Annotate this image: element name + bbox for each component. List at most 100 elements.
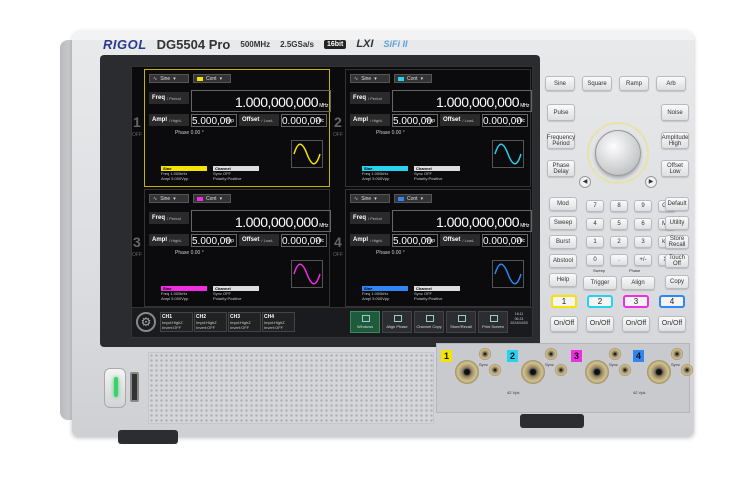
freq-label[interactable]: Freq / Period	[149, 212, 189, 224]
status-ch-tab-2[interactable]: CH2 Impd:HighZ Invert:OFF	[194, 312, 227, 332]
digit-key-2-2[interactable]: 3	[634, 236, 652, 248]
offset-value[interactable]: 0.000,00 Vdc	[281, 114, 327, 127]
wave-key-square[interactable]: Square	[582, 76, 612, 91]
onoff-key-1[interactable]: On/Off	[550, 316, 578, 332]
right-key-2[interactable]: Amplitude High	[661, 132, 689, 149]
func-key-help[interactable]: Help	[549, 273, 577, 287]
digit-key-1-2[interactable]: 6	[634, 218, 652, 230]
align-key[interactable]: Align	[621, 276, 655, 290]
aux-bnc-2[interactable]	[555, 364, 567, 376]
mode-select[interactable]: Cont ▾	[394, 74, 432, 83]
output-bnc-3[interactable]	[585, 360, 609, 384]
channel-panel-4[interactable]: 4 OFF ∿ Sine ▾ Cont ▾ Freq / Period 1.000,000,000…	[333, 189, 532, 307]
digit-key-0-1[interactable]: 8	[610, 200, 628, 212]
phase-row[interactable]: Phase 0.00 °	[376, 130, 405, 136]
channel-key-2[interactable]: 2	[587, 295, 613, 308]
sync-bnc-1[interactable]	[479, 348, 491, 360]
aux-bnc-3[interactable]	[619, 364, 631, 376]
digit-key-3-1[interactable]: .	[610, 254, 628, 266]
frequency-value[interactable]: 1.000,000,000 MHz	[392, 210, 532, 232]
side-key-3[interactable]: Store Recall	[665, 235, 689, 249]
digit-key-2-1[interactable]: 2	[610, 236, 628, 248]
func-key-burst[interactable]: Burst	[549, 235, 577, 249]
amplitude-value[interactable]: 5.000,00 Vpp	[191, 114, 237, 127]
store-recall-button[interactable]: Store/Recall	[446, 311, 476, 333]
channel-key-3[interactable]: 3	[623, 295, 649, 308]
side-key-4[interactable]: Touch Off	[665, 254, 689, 268]
status-ch-tab-4[interactable]: CH4 Impd:HighZ Invert:OFF	[262, 312, 295, 332]
wave-select[interactable]: ∿ Sine ▾	[350, 74, 390, 83]
offset-value[interactable]: 0.000,00 Vdc	[281, 234, 327, 247]
freq-label[interactable]: Freq / Period	[350, 212, 390, 224]
windows-button[interactable]: Windows	[350, 311, 380, 333]
channel-copy-button[interactable]: Channel Copy	[414, 311, 444, 333]
channel-panel-2[interactable]: 2 OFF ∿ Sine ▾ Cont ▾ Freq / Period 1.000,000,000…	[333, 69, 532, 187]
amplitude-value[interactable]: 5.000,00 Vpp	[191, 234, 237, 247]
mode-select[interactable]: Cont ▾	[193, 74, 231, 83]
side-key-2[interactable]: Utility	[665, 216, 689, 230]
mode-select[interactable]: Cont ▾	[193, 194, 231, 203]
status-ch-tab-3[interactable]: CH3 Impd:HighZ Invert:OFF	[228, 312, 261, 332]
offset-value[interactable]: 0.000,00 Vdc	[482, 114, 528, 127]
wave-select[interactable]: ∿ Sine ▾	[149, 74, 189, 83]
onoff-key-4[interactable]: On/Off	[658, 316, 686, 332]
phase-row[interactable]: Phase 0.00 °	[376, 250, 405, 256]
channel-panel-1[interactable]: 1 OFF ∿ Sine ▾ Cont ▾ Freq / Period 1.000,000,000…	[132, 69, 331, 187]
rotary-knob[interactable]	[595, 130, 641, 176]
digit-key-2-0[interactable]: 1	[586, 236, 604, 248]
channel-key-1[interactable]: 1	[551, 295, 577, 308]
digit-key-3-0[interactable]: 0	[586, 254, 604, 266]
offset-label[interactable]: Offset / LowL	[440, 234, 480, 246]
aux-bnc-4[interactable]	[681, 364, 693, 376]
side-key-1[interactable]: Default	[665, 197, 689, 211]
status-ch-tab-1[interactable]: CH1 Impd:HighZ Invert:OFF	[160, 312, 193, 332]
left-arrow-icon[interactable]: ◀	[579, 176, 591, 188]
output-bnc-4[interactable]	[647, 360, 671, 384]
align-phase-button[interactable]: Align Phase	[382, 311, 412, 333]
phase-row[interactable]: Phase 0.00 °	[175, 250, 204, 256]
ampl-label[interactable]: Ampl / HighL	[350, 234, 390, 246]
wave-select[interactable]: ∿ Sine ▾	[350, 194, 390, 203]
digit-key-0-2[interactable]: 9	[634, 200, 652, 212]
aux-bnc-1[interactable]	[489, 364, 501, 376]
frequency-value[interactable]: 1.000,000,000 MHz	[191, 90, 331, 112]
digit-key-1-0[interactable]: 4	[586, 218, 604, 230]
offset-label[interactable]: Offset / LowL	[239, 234, 279, 246]
freq-label[interactable]: Freq / Period	[350, 92, 390, 104]
power-button[interactable]	[104, 368, 126, 408]
digit-key-0-0[interactable]: 7	[586, 200, 604, 212]
func-key-abstool[interactable]: Abstool	[549, 254, 577, 268]
onoff-key-2[interactable]: On/Off	[586, 316, 614, 332]
left-key-2[interactable]: Frequency Period	[547, 132, 575, 149]
sync-bnc-2[interactable]	[545, 348, 557, 360]
output-bnc-2[interactable]	[521, 360, 545, 384]
sync-bnc-4[interactable]	[671, 348, 683, 360]
offset-label[interactable]: Offset / LowL	[440, 114, 480, 126]
offset-value[interactable]: 0.000,00 Vdc	[482, 234, 528, 247]
amplitude-value[interactable]: 5.000,00 Vpp	[392, 234, 438, 247]
gear-icon[interactable]: ⚙	[136, 312, 156, 332]
right-key-3[interactable]: Offset Low	[661, 160, 689, 177]
phase-row[interactable]: Phase 0.00 °	[175, 130, 204, 136]
offset-label[interactable]: Offset / LowL	[239, 114, 279, 126]
right-key-1[interactable]: Noise	[661, 104, 689, 121]
left-key-3[interactable]: Phase Delay	[547, 160, 575, 177]
func-key-sweep[interactable]: Sweep	[549, 216, 577, 230]
ampl-label[interactable]: Ampl / HighL	[350, 114, 390, 126]
wave-key-sine[interactable]: Sine	[545, 76, 575, 91]
func-key-mod[interactable]: Mod	[549, 197, 577, 211]
wave-select[interactable]: ∿ Sine ▾	[149, 194, 189, 203]
onoff-key-3[interactable]: On/Off	[622, 316, 650, 332]
print-screen-button[interactable]: Print Screen	[478, 311, 508, 333]
touch-screen[interactable]: 1 OFF ∿ Sine ▾ Cont ▾ Freq / Period 1.000,000,000…	[131, 66, 533, 338]
frequency-value[interactable]: 1.000,000,000 MHz	[191, 210, 331, 232]
frequency-value[interactable]: 1.000,000,000 MHz	[392, 90, 532, 112]
ampl-label[interactable]: Ampl / HighL	[149, 234, 189, 246]
channel-panel-3[interactable]: 3 OFF ∿ Sine ▾ Cont ▾ Freq / Period 1.000,000,000…	[132, 189, 331, 307]
left-key-1[interactable]: Pulse	[547, 104, 575, 121]
usb-port[interactable]	[130, 372, 139, 402]
amplitude-value[interactable]: 5.000,00 Vpp	[392, 114, 438, 127]
sync-bnc-3[interactable]	[609, 348, 621, 360]
channel-key-4[interactable]: 4	[659, 295, 685, 308]
digit-key-1-1[interactable]: 5	[610, 218, 628, 230]
